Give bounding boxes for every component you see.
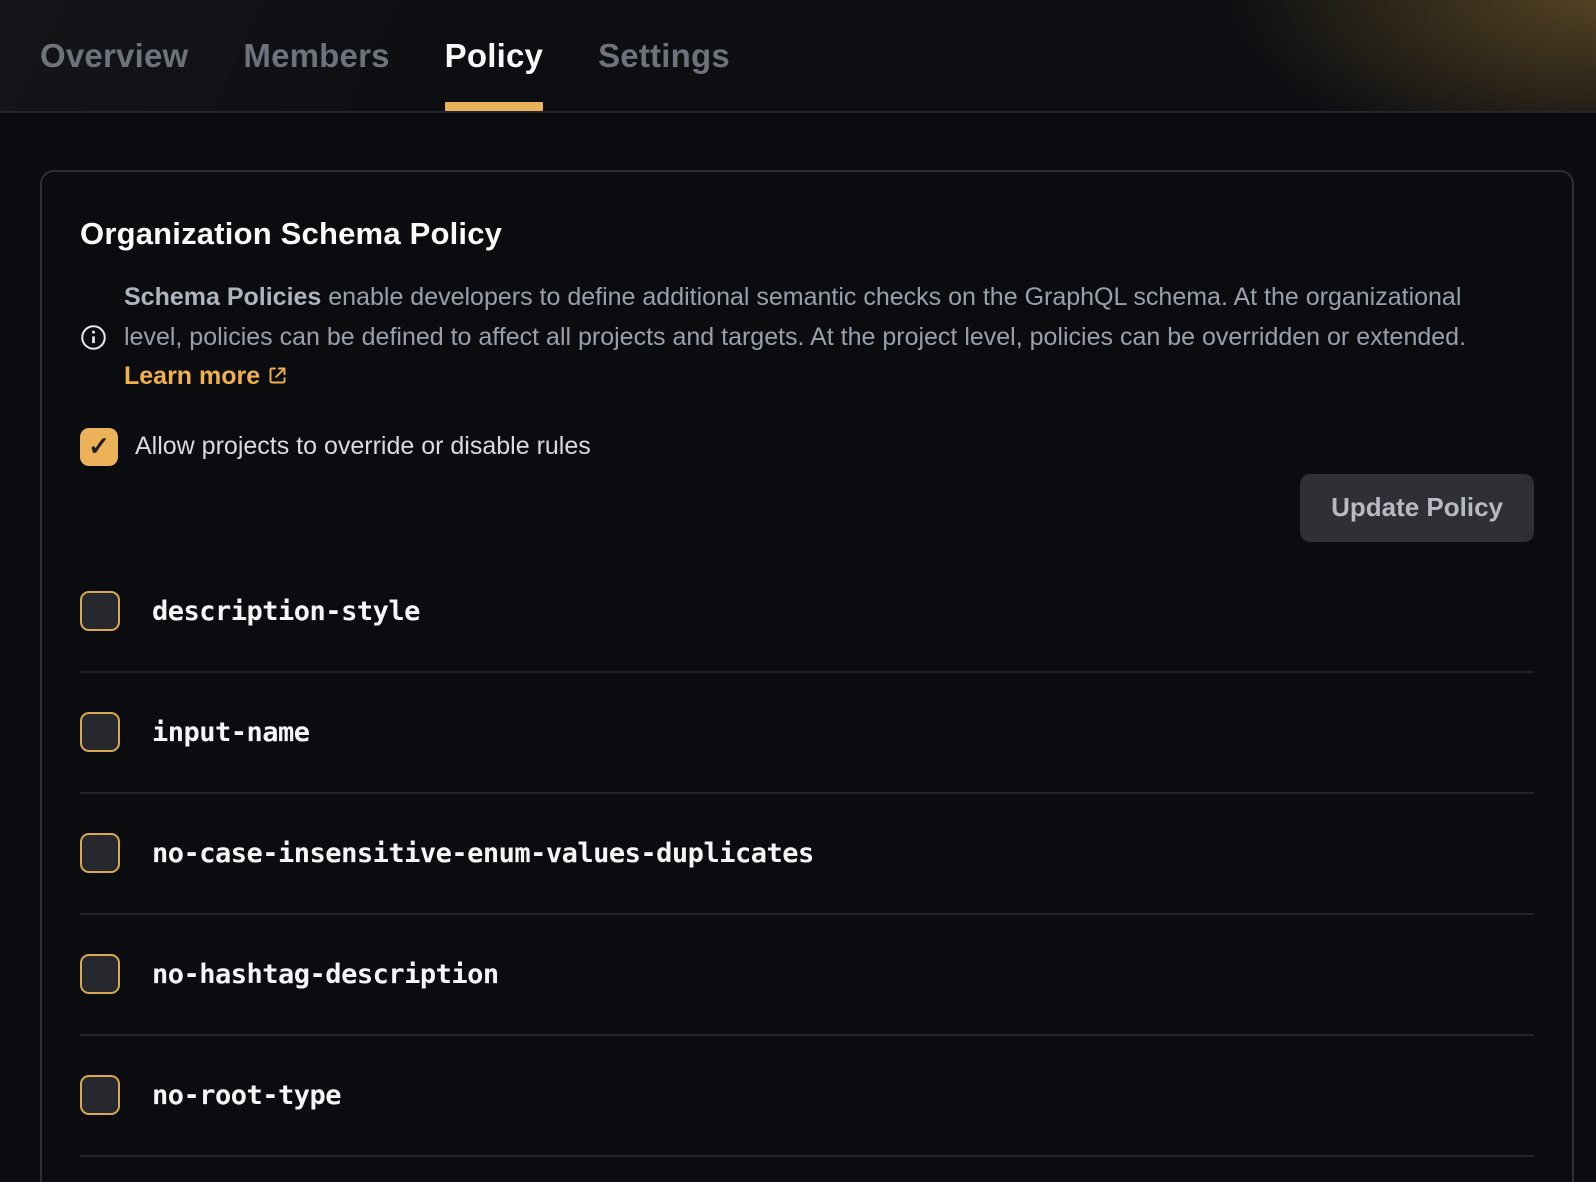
tab-members[interactable]: Members	[243, 0, 389, 111]
rule-name-label: no-case-insensitive-enum-values-duplicat…	[152, 838, 814, 869]
rule-name-label: input-name	[152, 717, 310, 748]
rule-checkbox-no-hashtag-description[interactable]	[80, 954, 120, 994]
allow-override-label: Allow projects to override or disable ru…	[135, 432, 591, 461]
rule-checkbox-input-name[interactable]	[80, 712, 120, 752]
tab-settings[interactable]: Settings	[598, 0, 730, 111]
tab-policy[interactable]: Policy	[445, 0, 543, 111]
tab-bar: Overview Members Policy Settings	[0, 0, 1596, 111]
schema-policy-callout: Schema Policies enable developers to def…	[80, 278, 1534, 397]
policy-card: Organization Schema Policy Schema Polici…	[40, 170, 1574, 1182]
page-header: Overview Members Policy Settings	[0, 0, 1596, 113]
rule-row-no-hashtag-description: no-hashtag-description	[80, 915, 1534, 1036]
tab-overview[interactable]: Overview	[40, 0, 188, 111]
rule-row-description-style: description-style	[80, 552, 1534, 673]
learn-more-link[interactable]: Learn more	[124, 362, 288, 390]
rule-checkbox-no-case-insensitive-enum-values-duplicates[interactable]	[80, 833, 120, 873]
rule-name-label: no-hashtag-description	[152, 959, 499, 990]
info-icon	[80, 324, 107, 351]
rule-checkbox-no-root-type[interactable]	[80, 1075, 120, 1115]
callout-body-text: enable developers to define additional s…	[124, 283, 1466, 351]
rule-row-no-root-type: no-root-type	[80, 1036, 1534, 1157]
button-row: Update Policy	[80, 474, 1534, 542]
update-policy-button[interactable]: Update Policy	[1300, 474, 1534, 542]
page-title: Organization Schema Policy	[80, 216, 1534, 252]
allow-override-row: ✓ Allow projects to override or disable …	[80, 428, 1534, 466]
rule-name-label: description-style	[152, 596, 420, 627]
rules-list: description-style input-name no-case-ins…	[80, 552, 1534, 1157]
rule-name-label: no-root-type	[152, 1080, 341, 1111]
learn-more-label: Learn more	[124, 362, 260, 390]
rule-checkbox-description-style[interactable]	[80, 591, 120, 631]
callout-bold-text: Schema Policies	[124, 283, 321, 311]
callout-text: Schema Policies enable developers to def…	[124, 278, 1496, 397]
external-link-icon	[267, 365, 288, 386]
rule-row-no-case-insensitive-enum-values-duplicates: no-case-insensitive-enum-values-duplicat…	[80, 794, 1534, 915]
allow-override-checkbox[interactable]: ✓	[80, 428, 118, 466]
rule-row-input-name: input-name	[80, 673, 1534, 794]
